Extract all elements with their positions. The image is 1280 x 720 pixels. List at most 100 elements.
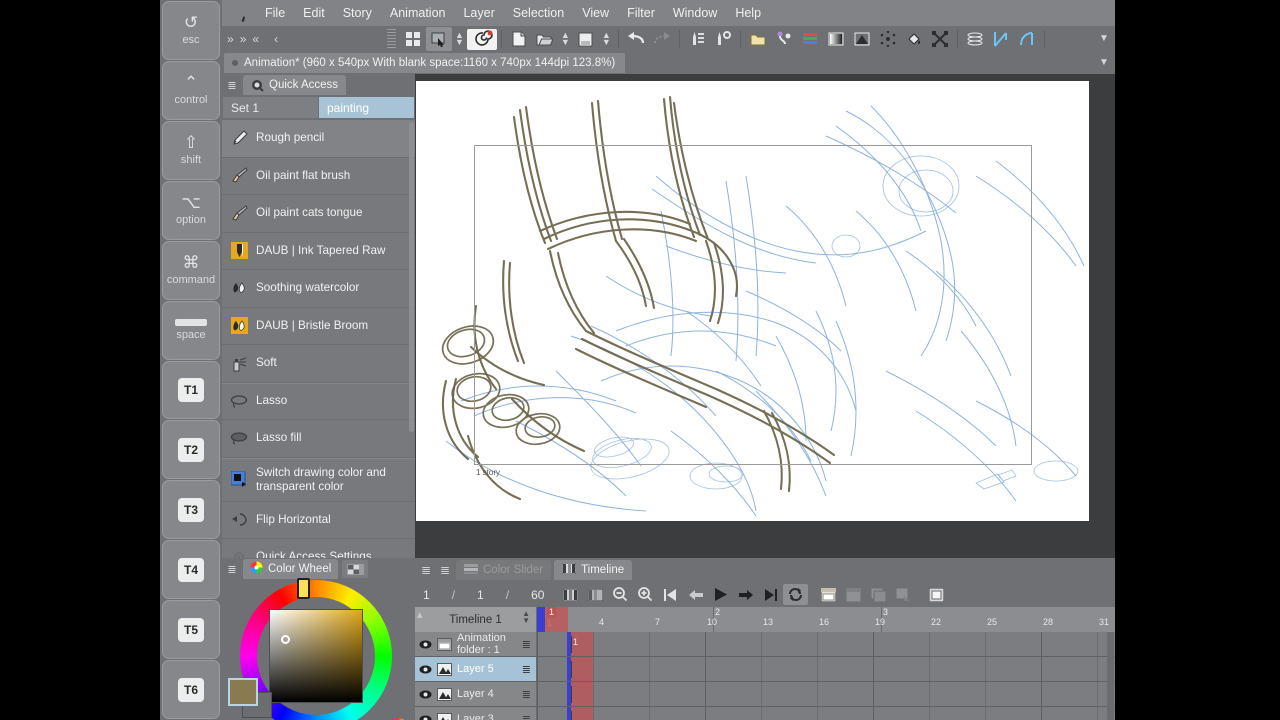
track-name-layer-3[interactable]: Layer 3 ≣: [415, 707, 537, 720]
timeline-scroll-up-icon[interactable]: ▴: [417, 608, 423, 621]
keyframe-marker[interactable]: [571, 711, 572, 720]
visibility-eye-icon[interactable]: [418, 640, 432, 649]
color-layers-icon[interactable]: [797, 27, 823, 51]
table-row[interactable]: Layer 3 ≣: [415, 707, 1115, 720]
track-menu-icon[interactable]: ≣: [522, 713, 531, 720]
toolbar-drag-handle[interactable]: [387, 29, 396, 49]
key-command[interactable]: ⌘ command: [162, 240, 220, 300]
timeline-selector-spinner[interactable]: ▲ ▼: [522, 610, 530, 625]
gradient-panel-icon[interactable]: [823, 27, 849, 51]
key-t6[interactable]: T6: [162, 660, 220, 720]
tool-flip-horizontal[interactable]: Flip Horizontal: [222, 502, 415, 539]
menu-story[interactable]: Story: [334, 3, 381, 23]
onion-skin-toggle-icon[interactable]: [924, 584, 949, 605]
crop-frame[interactable]: [474, 145, 1032, 465]
menu-help[interactable]: Help: [726, 3, 770, 23]
timeline-ruler[interactable]: 1 2 3 4 7 10 13 16 19 22 25 28 31 34: [537, 607, 1115, 632]
track-lane[interactable]: [537, 657, 1115, 681]
zoom-out-icon[interactable]: [608, 584, 633, 605]
color-set-tab-icon[interactable]: [342, 560, 369, 578]
set-tab-painting[interactable]: painting: [319, 97, 414, 118]
tool-lasso[interactable]: Lasso: [222, 382, 415, 420]
new-timeline-icon[interactable]: [558, 584, 583, 605]
visibility-eye-icon[interactable]: [418, 690, 432, 699]
timeline-grip-icon[interactable]: ≣: [418, 563, 434, 577]
tab-color-slider[interactable]: Color Slider: [456, 560, 552, 580]
tab-color-wheel[interactable]: Color Wheel: [243, 559, 339, 579]
timeline-vertical-scrollbar[interactable]: [1107, 632, 1114, 720]
menu-selection[interactable]: Selection: [504, 3, 573, 23]
collapse-left-icon[interactable]: «: [249, 32, 262, 46]
collapse-panel-chevron-2-icon[interactable]: ▼: [1099, 57, 1109, 68]
key-esc[interactable]: ↺ esc: [162, 1, 220, 60]
brush-size-icon[interactable]: [684, 27, 710, 51]
tool-lasso-fill[interactable]: Lasso fill: [222, 420, 415, 458]
tool-daub-bristle-broom[interactable]: DAUB | Bristle Broom: [222, 308, 415, 345]
specify-cels-icon[interactable]: [841, 584, 866, 605]
zoom-in-icon[interactable]: [633, 584, 658, 605]
gradient-panel2-icon[interactable]: [849, 27, 875, 51]
foreground-color-swatch[interactable]: [228, 678, 258, 706]
menu-filter[interactable]: Filter: [618, 3, 664, 23]
expand-right-icon[interactable]: »: [224, 32, 237, 46]
menu-edit[interactable]: Edit: [294, 3, 334, 23]
delete-timeline-icon[interactable]: [583, 584, 608, 605]
frame-end[interactable]: 60: [531, 588, 544, 602]
spiral-record-icon[interactable]: [466, 28, 497, 50]
menu-file[interactable]: File: [256, 3, 294, 23]
table-row[interactable]: Animation folder : 1 ≣ 1: [415, 632, 1115, 657]
visibility-eye-icon[interactable]: [418, 665, 432, 674]
sv-marker-handle[interactable]: [281, 635, 290, 644]
keyframe-marker[interactable]: [571, 636, 572, 653]
back-chevron-icon[interactable]: ‹: [262, 32, 281, 46]
track-lane[interactable]: 1: [537, 632, 1115, 656]
keyframe-out-icon[interactable]: [1014, 27, 1040, 51]
tool-daub-ink-tapered-raw[interactable]: DAUB | Ink Tapered Raw: [222, 233, 415, 270]
timeline-panel-menu-icon[interactable]: ≣: [437, 563, 453, 577]
key-t3[interactable]: T3: [162, 480, 220, 540]
expand-right-2-icon[interactable]: »: [237, 32, 250, 46]
grid-layout-icon[interactable]: [400, 27, 426, 51]
timeline-name-header[interactable]: Timeline 1 ▲ ▼: [415, 607, 537, 632]
updown-arrows-2-icon[interactable]: ▲ ▼: [558, 31, 573, 47]
table-row[interactable]: Layer 4 ≣: [415, 682, 1115, 707]
new-animation-cel-icon[interactable]: [816, 584, 841, 605]
key-space[interactable]: space: [162, 300, 220, 360]
prev-frame-icon[interactable]: [683, 584, 708, 605]
track-menu-icon[interactable]: ≣: [522, 638, 531, 651]
track-lane[interactable]: [537, 682, 1115, 706]
tool-switch-drawing-color[interactable]: Switch drawing color and transparent col…: [222, 457, 415, 502]
hue-marker-handle[interactable]: [297, 578, 310, 599]
go-first-icon[interactable]: [658, 584, 683, 605]
color-swatches[interactable]: [228, 678, 272, 718]
tab-timeline[interactable]: Timeline: [554, 560, 633, 580]
menu-layer[interactable]: Layer: [454, 3, 503, 23]
go-last-icon[interactable]: [758, 584, 783, 605]
frame-start[interactable]: 1: [477, 588, 484, 602]
tab-quick-access[interactable]: Quick Access: [243, 75, 347, 95]
updown-arrows-3-icon[interactable]: ▲ ▼: [599, 31, 614, 47]
keyframe-in-icon[interactable]: [988, 27, 1014, 51]
key-control[interactable]: ⌃ control: [162, 60, 220, 120]
track-lane[interactable]: [537, 707, 1115, 720]
tool-oil-paint-flat-brush[interactable]: Oil paint flat brush: [222, 158, 415, 195]
tool-soothing-watercolor[interactable]: Soothing watercolor: [222, 270, 415, 308]
track-menu-icon[interactable]: ≣: [522, 663, 531, 676]
track-name-layer-5[interactable]: Layer 5 ≣: [415, 657, 537, 681]
menu-animation[interactable]: Animation: [381, 3, 455, 23]
transform-icon[interactable]: [927, 27, 953, 51]
canvas-paper[interactable]: 1 story: [416, 81, 1089, 521]
table-row[interactable]: Layer 5 ≣: [415, 657, 1115, 682]
new-file-icon[interactable]: [506, 27, 532, 51]
paste-cel-icon[interactable]: [891, 584, 916, 605]
copy-cel-icon[interactable]: [866, 584, 891, 605]
tool-rough-pencil[interactable]: Rough pencil: [222, 120, 415, 158]
quick-access-scrollbar[interactable]: [409, 122, 414, 432]
save-icon[interactable]: [573, 27, 599, 51]
saturation-value-box[interactable]: [269, 609, 363, 703]
playhead-marker[interactable]: [537, 607, 545, 632]
keyframe-marker[interactable]: [571, 686, 572, 703]
key-shift[interactable]: ⇧ shift: [162, 120, 220, 180]
key-t2[interactable]: T2: [162, 420, 220, 480]
menu-view[interactable]: View: [573, 3, 618, 23]
